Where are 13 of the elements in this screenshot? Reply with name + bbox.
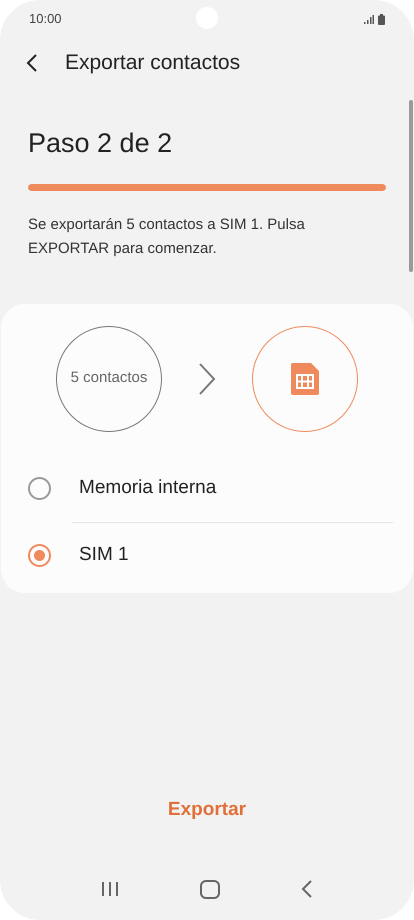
description-text: Se exportarán 5 contactos a SIM 1. Pulsa EXPORTAR para comenzar.: [28, 214, 306, 258]
back-icon[interactable]: [301, 880, 314, 898]
chevron-right-icon: [198, 362, 216, 396]
page-title: Exportar contactos: [65, 50, 240, 76]
signal-icon: [364, 14, 374, 24]
step-title: Paso 2 de 2: [28, 127, 174, 160]
radio-option[interactable]: Memoria interna: [1, 456, 413, 522]
battery-icon: [378, 14, 385, 24]
home-icon[interactable]: [200, 880, 220, 898]
status-time: 10:00: [29, 10, 62, 28]
radio-option[interactable]: SIM 1: [1, 522, 413, 588]
recent-apps-icon[interactable]: [100, 881, 119, 897]
sim-card-icon: [291, 362, 319, 394]
